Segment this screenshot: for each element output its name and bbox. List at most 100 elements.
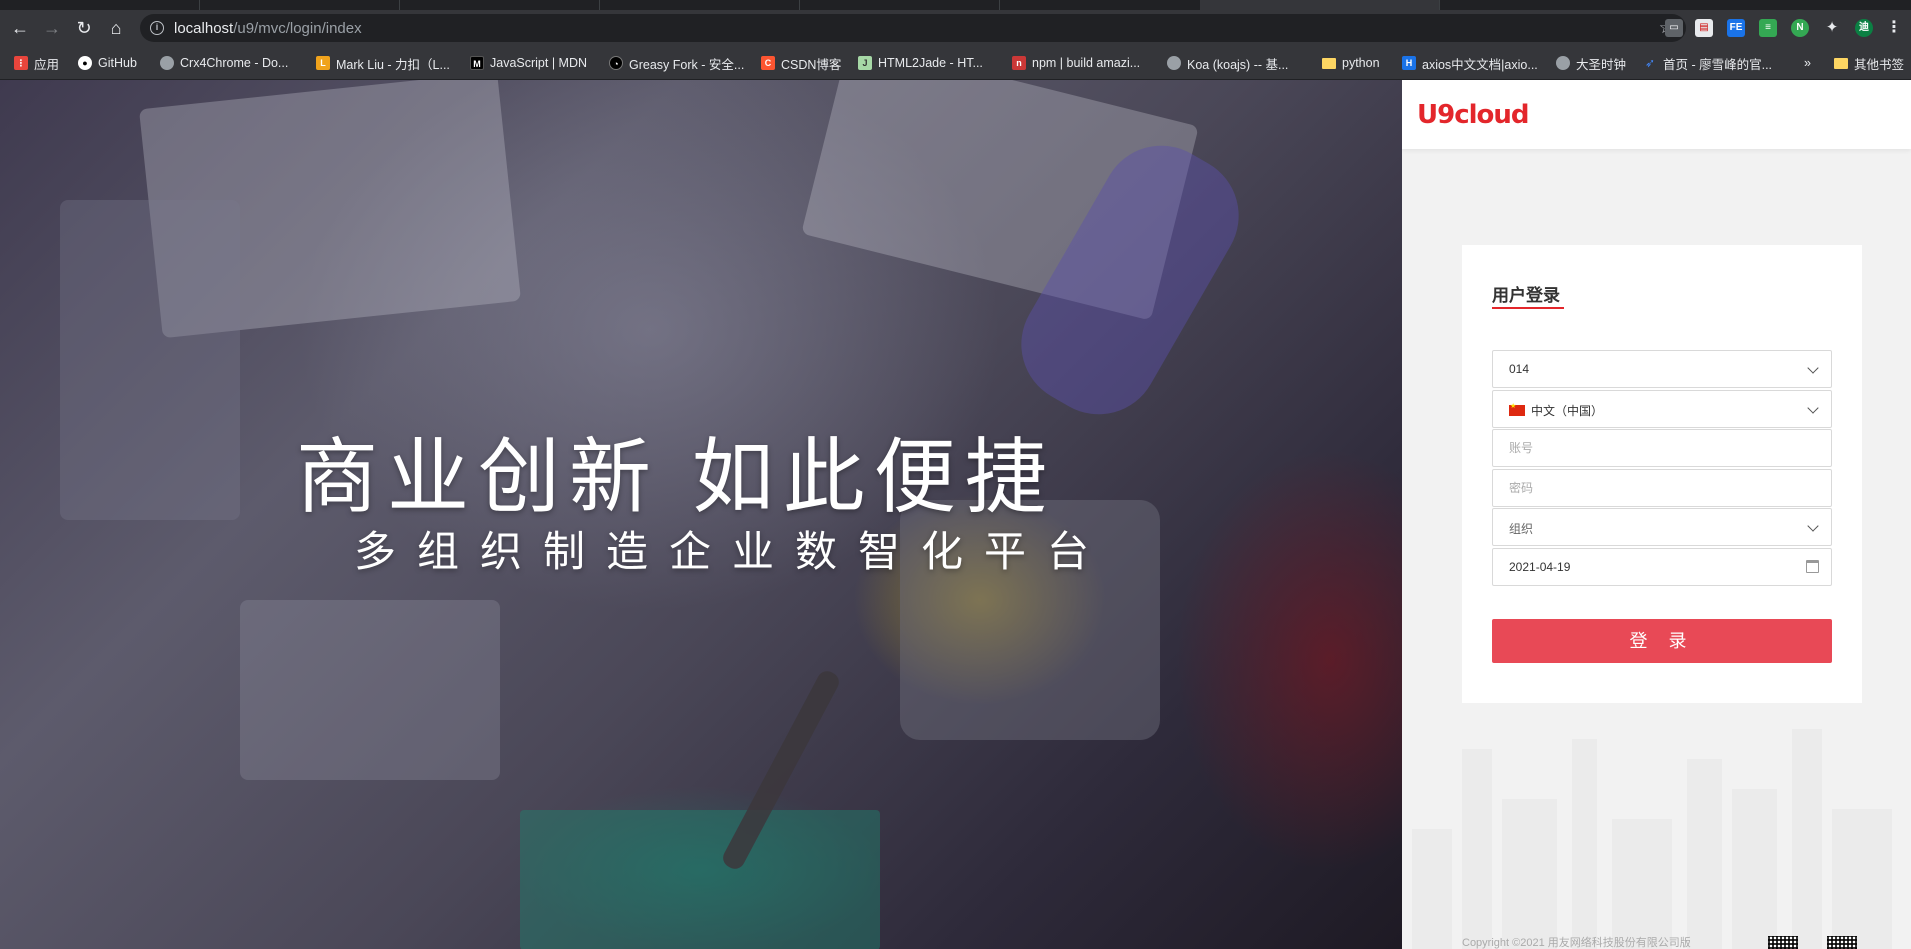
language-select[interactable]: 中文（中国） xyxy=(1492,390,1832,428)
puzzle-icon[interactable]: ✦ xyxy=(1823,19,1841,37)
address-bar[interactable]: i localhost/u9/mvc/login/index ☆ xyxy=(140,14,1686,42)
url-text[interactable]: localhost/u9/mvc/login/index xyxy=(174,20,362,37)
organization-placeholder: 组织 xyxy=(1509,522,1534,536)
koa-icon xyxy=(1167,56,1181,70)
bookmark-label: GitHub xyxy=(98,56,137,70)
apps-grid-icon: ⋮ xyxy=(14,56,28,70)
chevron-down-icon xyxy=(1807,362,1819,374)
bookmarks-bar: ⋮ 应用 ● GitHub Crx4Chrome - Do... L Mark Liu… xyxy=(0,46,1911,80)
browser-tab[interactable] xyxy=(200,0,400,10)
language-value: 中文（中国） xyxy=(1509,402,1603,419)
qr-code-icon xyxy=(1827,936,1857,949)
leetcode-icon: L xyxy=(316,56,330,70)
bookmark-axios[interactable]: Haxios中文文档|axio... xyxy=(1402,46,1538,80)
menu-dots-icon[interactable]: ⋮ xyxy=(1885,19,1903,37)
browser-tab[interactable] xyxy=(0,0,200,10)
extension-icon[interactable]: ▭ xyxy=(1665,19,1683,37)
extension-n-icon[interactable]: N xyxy=(1791,19,1809,37)
extension-fe-icon[interactable]: FE xyxy=(1727,19,1745,37)
machine-part-shape xyxy=(240,600,500,780)
bookmark-csdn[interactable]: C CSDN博客 xyxy=(761,46,841,80)
hero-headline: 商业创新 如此便捷 xyxy=(296,432,1056,523)
bookmark-label: 应用 xyxy=(34,57,60,72)
login-side-panel: U9cloud 用户登录 014 中文（中国） 组织 xyxy=(1402,80,1911,949)
date-picker[interactable]: 2021-04-19 xyxy=(1492,548,1832,586)
avatar[interactable]: 迪 xyxy=(1855,19,1873,37)
crx4chrome-icon xyxy=(160,56,174,70)
bookmarks-overflow-button[interactable]: » xyxy=(1804,46,1811,80)
back-arrow-icon[interactable]: ← xyxy=(10,18,30,38)
bookmark-liaoxuefeng[interactable]: ➶ 首页 - 廖雪峰的官... xyxy=(1643,46,1772,80)
reload-icon[interactable]: ↻ xyxy=(74,18,94,38)
bookmark-koa[interactable]: Koa (koajs) -- 基... xyxy=(1167,46,1288,80)
bookmark-html2jade[interactable]: J HTML2Jade - HT... xyxy=(858,46,983,80)
chevron-down-icon xyxy=(1807,520,1819,532)
bookmark-label: CSDN博客 xyxy=(781,57,842,72)
login-card: 用户登录 014 中文（中国） 组织 2021-04-19 xyxy=(1462,245,1862,703)
url-host: localhost xyxy=(174,20,234,37)
hero-subline: 多组织制造企业数智化平台 xyxy=(354,528,1111,575)
account-set-select[interactable]: 014 xyxy=(1492,350,1832,388)
html2jade-icon: J xyxy=(858,56,872,70)
tab-strip xyxy=(0,0,1911,10)
greasyfork-icon: ◔ xyxy=(609,56,623,70)
brand-header: U9cloud xyxy=(1402,80,1911,149)
circuit-board-shape xyxy=(520,810,880,949)
csdn-icon: C xyxy=(761,56,775,70)
calendar-icon[interactable] xyxy=(1806,560,1819,573)
browser-toolbar: ← → ↻ ⌂ i localhost/u9/mvc/login/index ☆… xyxy=(0,10,1911,46)
github-icon: ● xyxy=(78,56,92,70)
organization-select[interactable]: 组织 xyxy=(1492,508,1832,546)
bookmark-python-folder[interactable]: python xyxy=(1322,46,1380,80)
bookmark-label: Greasy Fork - 安全... xyxy=(629,57,745,72)
chevron-down-icon xyxy=(1807,402,1819,414)
bookmark-label: python xyxy=(1342,56,1380,70)
u9cloud-logo: U9cloud xyxy=(1417,100,1530,130)
account-set-value: 014 xyxy=(1509,362,1530,376)
bookmark-label: 其他书签 xyxy=(1854,57,1905,72)
username-field[interactable] xyxy=(1492,429,1832,467)
folder-icon xyxy=(1834,57,1848,69)
clock-icon xyxy=(1556,56,1570,70)
url-path: /u9/mvc/login/index xyxy=(233,20,362,37)
npm-icon: n xyxy=(1012,56,1026,70)
password-input[interactable] xyxy=(1493,470,1831,506)
bookmark-other-folder[interactable]: 其他书签 xyxy=(1834,46,1904,80)
hero-banner: 商业创新 如此便捷 多组织制造企业数智化平台 xyxy=(0,80,1402,949)
bookmark-label: 大圣时钟 xyxy=(1576,57,1627,72)
title-underline xyxy=(1492,307,1564,309)
extension-icon[interactable]: ▤ xyxy=(1695,19,1713,37)
overflow-label: » xyxy=(1804,56,1811,70)
forward-arrow-icon[interactable]: → xyxy=(42,18,62,38)
bookmark-clock[interactable]: 大圣时钟 xyxy=(1556,46,1626,80)
bookmark-greasyfork[interactable]: ◔ Greasy Fork - 安全... xyxy=(609,46,744,80)
qr-code-icon xyxy=(1768,936,1798,949)
browser-tab[interactable] xyxy=(800,0,1000,10)
bookmark-crx4chrome[interactable]: Crx4Chrome - Do... xyxy=(160,46,288,80)
password-field[interactable] xyxy=(1492,469,1832,507)
bookmark-label: npm | build amazi... xyxy=(1032,56,1141,70)
bookmark-label: axios中文文档|axio... xyxy=(1422,57,1538,72)
mdn-icon: M xyxy=(470,56,484,70)
login-button[interactable]: 登 录 xyxy=(1492,619,1832,663)
bookmark-apps[interactable]: ⋮ 应用 xyxy=(14,46,59,80)
machine-part-shape xyxy=(60,200,240,520)
bookmark-label: HTML2Jade - HT... xyxy=(878,56,983,70)
liaoxuefeng-icon: ➶ xyxy=(1644,56,1656,70)
bookmark-github[interactable]: ● GitHub xyxy=(78,46,137,80)
info-icon[interactable]: i xyxy=(150,21,164,35)
browser-tab-active[interactable] xyxy=(1200,0,1440,10)
login-page: 商业创新 如此便捷 多组织制造企业数智化平台 U9cloud 用户登录 014 xyxy=(0,80,1911,949)
folder-icon xyxy=(1322,57,1336,69)
username-input[interactable] xyxy=(1493,430,1831,466)
bookmark-npm[interactable]: n npm | build amazi... xyxy=(1012,46,1140,80)
bookmark-mdn[interactable]: M JavaScript | MDN xyxy=(470,46,587,80)
home-icon[interactable]: ⌂ xyxy=(106,18,126,38)
bookmark-label: Crx4Chrome - Do... xyxy=(180,56,289,70)
browser-tab[interactable] xyxy=(600,0,800,10)
extension-icon[interactable]: ≡ xyxy=(1759,19,1777,37)
china-flag-icon xyxy=(1509,402,1525,416)
bookmark-leetcode[interactable]: L Mark Liu - 力扣（L... xyxy=(316,46,450,80)
browser-tab[interactable] xyxy=(400,0,600,10)
bookmark-label: JavaScript | MDN xyxy=(490,56,588,70)
